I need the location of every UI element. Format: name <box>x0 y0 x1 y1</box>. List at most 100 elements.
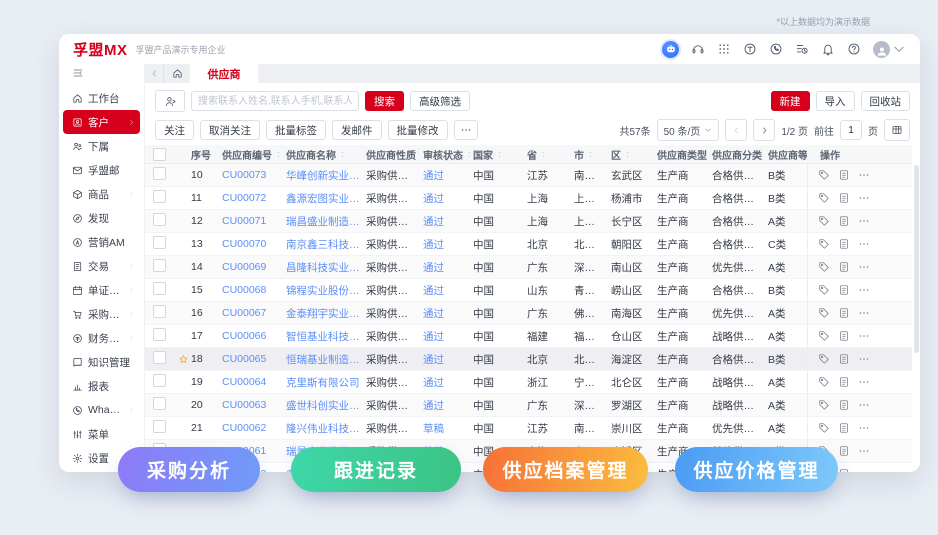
row-checkbox[interactable] <box>153 167 166 180</box>
cell-status[interactable]: 通过 <box>420 329 470 344</box>
table-row[interactable]: 17 CU00066 智恒基业科技实业 采购供应商 通过 中国 福建 福州市 仓山区 生产商 战略供… <box>145 325 912 348</box>
tag-icon[interactable] <box>818 261 830 273</box>
tag-icon[interactable] <box>818 376 830 388</box>
cell-name[interactable]: 恒瑞基业制造有限... <box>283 352 363 367</box>
cell-status[interactable]: 通过 <box>420 352 470 367</box>
sort-icon[interactable] <box>274 150 283 159</box>
more-row-actions-icon[interactable] <box>858 399 870 411</box>
search-button[interactable]: 搜索 <box>365 91 404 111</box>
table-scrollbar[interactable] <box>914 165 919 469</box>
table-row[interactable]: 21 CU00062 隆兴伟业科技实业 采购供应商 草稿 中国 江苏 南通市 崇川区 生产商 优先供… <box>145 417 912 440</box>
cell-code[interactable]: CU00063 <box>219 399 283 411</box>
cell-name[interactable]: 智恒基业科技实业 <box>283 329 363 344</box>
cell-code[interactable]: CU00073 <box>219 169 283 181</box>
sidebar-item-subordinate[interactable]: 下属 <box>63 134 140 158</box>
sidebar-item-report[interactable]: 报表 <box>63 374 140 398</box>
tag-icon[interactable] <box>818 422 830 434</box>
cell-name[interactable]: 克里斯有限公司 <box>283 375 363 390</box>
row-checkbox[interactable] <box>153 282 166 295</box>
tag-icon[interactable] <box>818 330 830 342</box>
home-tab[interactable] <box>164 64 190 83</box>
more-row-actions-icon[interactable] <box>858 353 870 365</box>
cell-name[interactable]: 隆兴伟业科技实业 <box>283 421 363 436</box>
supply-archive-management-button[interactable]: 供应档案管理 <box>483 447 648 492</box>
recycle-bin-button[interactable]: 回收站 <box>860 91 910 111</box>
cell-status[interactable]: 通过 <box>420 191 470 206</box>
table-row[interactable]: 16 CU00067 金泰翔宇实业集团 采购供应商 通过 中国 广东 佛山市 南海区 生产商 优先供… <box>145 302 912 325</box>
tag-icon[interactable] <box>818 307 830 319</box>
tag-icon[interactable] <box>818 284 830 296</box>
row-checkbox[interactable] <box>153 305 166 318</box>
column-header-type[interactable]: 供应商类型 <box>654 147 709 162</box>
table-row[interactable]: 11 CU00072 鑫源宏图实业集团 采购供应商 通过 中国 上海 上海市 杨浦市 生产商 合格供… <box>145 187 912 210</box>
cell-code[interactable]: CU00069 <box>219 261 283 273</box>
import-button[interactable]: 导入 <box>815 91 855 111</box>
detail-list-icon[interactable] <box>838 353 850 365</box>
translate-icon[interactable] <box>743 42 757 56</box>
contact-search-button[interactable] <box>155 90 185 112</box>
table-row[interactable]: 13 CU00070南京鑫三科技有限...采购供应商通过中国 北京 北京市朝阳区 生产商… <box>145 233 912 256</box>
row-checkbox[interactable] <box>153 397 166 410</box>
table-row[interactable]: 15 CU00068 锦程实业股份公司 采购供应商 通过 中国 山东 青岛市 崂山区 生产商 合格供… <box>145 279 912 302</box>
more-row-actions-icon[interactable] <box>858 422 870 434</box>
cell-code[interactable]: CU00064 <box>219 376 283 388</box>
detail-list-icon[interactable] <box>838 330 850 342</box>
help-icon[interactable] <box>847 42 861 56</box>
goto-page-input[interactable] <box>840 120 862 140</box>
cell-name[interactable]: 鑫源宏图实业集团 <box>283 191 363 206</box>
task-list-icon[interactable] <box>795 42 809 56</box>
cell-status[interactable]: 草稿 <box>420 421 470 436</box>
cell-code[interactable]: CU00065 <box>219 353 283 365</box>
table-row[interactable]: 10 CU00073华峰创新实业有限...采购供应商通过中国 江苏 南京市玄武区 生产商… <box>145 164 912 187</box>
more-actions-button[interactable] <box>453 120 478 140</box>
more-row-actions-icon[interactable] <box>858 376 870 388</box>
column-header-nature[interactable]: 供应商性质 <box>363 147 420 162</box>
row-checkbox[interactable] <box>153 236 166 249</box>
tab-back-button[interactable] <box>145 64 164 83</box>
detail-list-icon[interactable] <box>838 445 850 457</box>
detail-list-icon[interactable] <box>838 261 850 273</box>
cell-status[interactable]: 通过 <box>420 306 470 321</box>
cell-code[interactable]: CU00070 <box>219 238 283 250</box>
cell-name[interactable]: 南京鑫三科技有限... <box>283 237 363 252</box>
sidebar-item-whatsapp[interactable]: WhatsAp... <box>63 398 140 422</box>
cell-status[interactable]: 通过 <box>420 283 470 298</box>
row-checkbox[interactable] <box>153 190 166 203</box>
more-row-actions-icon[interactable] <box>858 261 870 273</box>
row-checkbox[interactable] <box>153 420 166 433</box>
detail-list-icon[interactable] <box>838 284 850 296</box>
cell-status[interactable]: 通过 <box>420 237 470 252</box>
sort-icon[interactable] <box>495 150 504 159</box>
prev-page-button[interactable] <box>725 119 748 141</box>
unfollow-button[interactable]: 取消关注 <box>200 120 260 140</box>
tab-suppliers[interactable]: 供应商 <box>190 64 258 83</box>
row-checkbox[interactable] <box>153 351 166 364</box>
cell-code[interactable]: CU00068 <box>219 284 283 296</box>
sidebar-collapse-button[interactable] <box>59 64 144 86</box>
row-checkbox[interactable] <box>153 374 166 387</box>
sort-icon[interactable] <box>586 150 595 159</box>
table-row[interactable]: 19 CU00064 克里斯有限公司 采购供应商 通过 中国 浙江 宁波市 北仑区 生产商 战略供应… <box>145 371 912 394</box>
cell-name[interactable]: 瑞昌盛业制造公司 <box>283 214 363 229</box>
user-avatar-icon[interactable] <box>873 40 906 58</box>
whatsapp-icon[interactable] <box>769 42 783 56</box>
sidebar-item-shipping-docs[interactable]: 单证船务 <box>63 278 140 302</box>
detail-list-icon[interactable] <box>838 169 850 181</box>
detail-list-icon[interactable] <box>838 307 850 319</box>
next-page-button[interactable] <box>753 119 776 141</box>
column-header-category[interactable]: 供应商分类 <box>709 147 765 162</box>
more-row-actions-icon[interactable] <box>858 238 870 250</box>
sort-icon[interactable] <box>539 150 548 159</box>
batch-edit-button[interactable]: 批量修改 <box>387 120 448 140</box>
column-header-country[interactable]: 国家 <box>470 147 524 162</box>
sidebar-item-discover[interactable]: 发现 <box>63 206 140 230</box>
more-row-actions-icon[interactable] <box>858 445 870 457</box>
detail-list-icon[interactable] <box>838 376 850 388</box>
sidebar-item-product[interactable]: 商品 <box>63 182 140 206</box>
purchase-analysis-button[interactable]: 采购分析 <box>118 447 260 492</box>
send-email-button[interactable]: 发邮件 <box>332 120 382 140</box>
sidebar-item-procurement[interactable]: 采购管理 <box>63 302 140 326</box>
more-row-actions-icon[interactable] <box>858 284 870 296</box>
sidebar-item-customer[interactable]: 客户 <box>63 110 140 134</box>
headset-icon[interactable] <box>691 42 705 56</box>
